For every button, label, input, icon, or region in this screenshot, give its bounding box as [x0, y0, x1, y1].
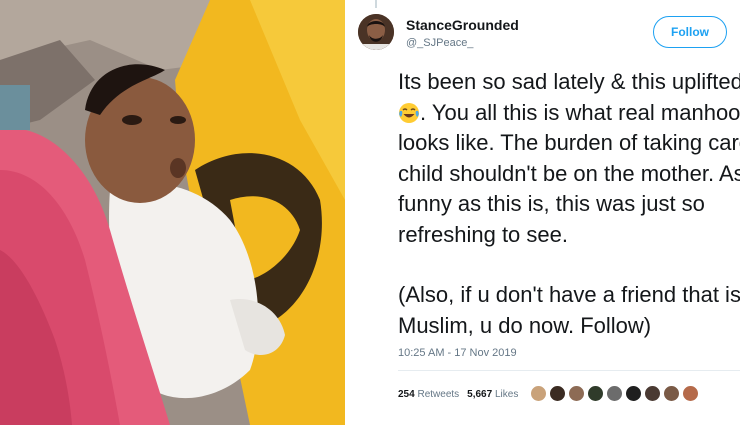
face-with-tears-of-joy-icon [399, 102, 419, 123]
tweet-text: Its been so sad lately & this uplifted m… [398, 67, 740, 341]
tweet-line-2-text: . You all this is what real manhood [420, 99, 740, 125]
liker-avatar[interactable] [682, 385, 699, 402]
liker-avatar[interactable] [644, 385, 661, 402]
liker-avatar[interactable] [568, 385, 585, 402]
liker-avatar[interactable] [530, 385, 547, 402]
liker-avatars [530, 385, 699, 402]
liker-avatar[interactable] [663, 385, 680, 402]
liker-avatar[interactable] [549, 385, 566, 402]
tweet-line-7: (Also, if u don't have a friend that is [398, 282, 740, 307]
thread-connector [375, 0, 377, 8]
baby-photo [0, 0, 345, 425]
tweet-line-4: child shouldn't be on the mother. As [398, 160, 740, 186]
likes-stat[interactable]: 5,667 Likes [467, 389, 518, 400]
likes-count: 5,667 [467, 389, 493, 400]
user-display-name[interactable]: StanceGrounded [406, 17, 519, 33]
retweets-label: Retweets [417, 389, 460, 400]
user-avatar[interactable] [358, 14, 394, 50]
follow-button[interactable]: Follow [653, 16, 727, 48]
liker-avatar[interactable] [587, 385, 604, 402]
divider-line [398, 370, 740, 371]
tweet-timestamp[interactable]: 10:25 AM - 17 Nov 2019 [398, 347, 517, 359]
tweet-line-3: looks like. The burden of taking care of… [398, 130, 740, 155]
liker-avatar[interactable] [606, 385, 623, 402]
tweet-line-8: Muslim, u do now. Follow) [398, 312, 652, 338]
tweet-line-2: . You all this is what real manhood [398, 98, 740, 129]
tweet-line-6: refreshing to see. [398, 221, 568, 247]
avatar-icon [358, 14, 394, 50]
tweet-line-5: funny as this is, this was just so [398, 191, 705, 216]
user-handle[interactable]: @_SJPeace_ [406, 37, 473, 49]
tweet-card: StanceGrounded @_SJPeace_ Follow Its bee… [348, 0, 740, 425]
baby-photo-illustration [0, 0, 345, 425]
likes-label: Likes [494, 389, 519, 400]
retweets-count: 254 [398, 389, 415, 400]
tweet-stats: 254 Retweets 5,667 Likes [398, 389, 518, 400]
tweet-line-1: Its been so sad lately & this uplifted m… [398, 69, 740, 94]
liker-avatar[interactable] [625, 385, 642, 402]
retweets-stat[interactable]: 254 Retweets [398, 389, 459, 400]
